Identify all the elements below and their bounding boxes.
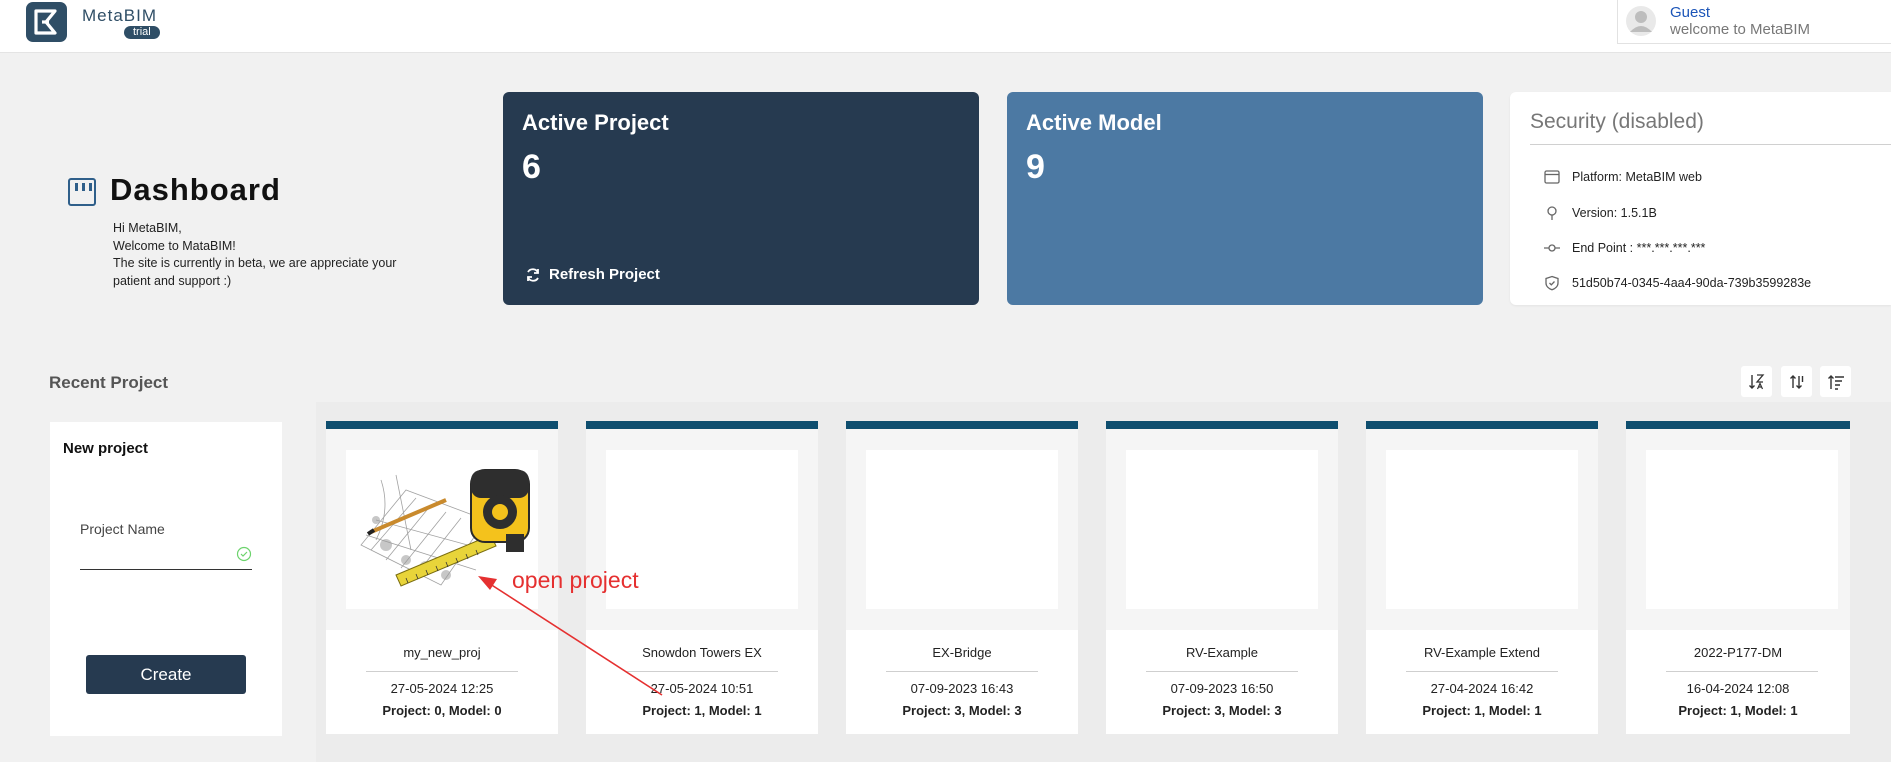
version-text: Version: 1.5.1B (1572, 206, 1657, 220)
project-card-bar (846, 421, 1078, 429)
refresh-project-label: Refresh Project (549, 266, 660, 283)
project-counts: Project: 0, Model: 0 (382, 703, 502, 718)
project-counts: Project: 3, Model: 3 (1162, 703, 1282, 718)
project-info: my_new_proj 27-05-2024 12:25 Project: 0,… (326, 630, 558, 734)
project-divider (626, 671, 778, 672)
dashboard-icon (68, 178, 96, 206)
map-pin-icon (1547, 206, 1557, 220)
project-name-label: Project Name (80, 521, 165, 537)
project-date: 16-04-2024 12:08 (1686, 681, 1790, 696)
project-divider (1406, 671, 1558, 672)
sort-lines-button[interactable] (1820, 366, 1851, 397)
check-circle-icon (236, 546, 252, 562)
endpoint-text: End Point : ***.***.***.*** (1572, 241, 1706, 255)
project-name: 2022-P177-DM (1693, 645, 1783, 660)
project-thumbnail[interactable] (866, 450, 1058, 609)
new-project-title: New project (63, 440, 149, 457)
platform-text: Platform: MetaBIM web (1572, 170, 1702, 184)
project-card-bar (586, 421, 818, 429)
sort-updown-button[interactable] (1781, 366, 1812, 397)
greeting-line: The site is currently in beta, we are ap… (113, 256, 397, 288)
project-info: RV-Example Extend 27-04-2024 16:42 Proje… (1366, 630, 1598, 734)
project-info: Snowdon Towers EX 27-05-2024 10:51 Proje… (586, 630, 818, 734)
project-info: 2022-P177-DM 16-04-2024 12:08 Project: 1… (1626, 630, 1850, 734)
project-name: Snowdon Towers EX (642, 645, 762, 660)
shield-check-icon (1545, 275, 1559, 291)
sort-alpha-button[interactable] (1741, 366, 1772, 397)
refresh-project-button[interactable]: Refresh Project (525, 266, 660, 283)
project-thumbnail[interactable] (1126, 450, 1318, 609)
user-avatar-icon (1626, 6, 1656, 36)
project-counts: Project: 1, Model: 1 (1422, 703, 1542, 718)
brand-name: MetaBIM (82, 6, 158, 25)
greeting-text: Hi MetaBIM, Welcome to MataBIM! The site… (113, 220, 423, 290)
greeting-line: Welcome to MataBIM! (113, 238, 236, 253)
project-name: RV-Example (1185, 645, 1258, 660)
user-menu[interactable]: Guest welcome to MetaBIM (1617, 0, 1891, 44)
project-date: 07-09-2023 16:50 (1170, 681, 1274, 696)
create-button[interactable]: Create (86, 655, 246, 694)
project-card-bar (1626, 421, 1850, 429)
active-model-title: Active Model (1026, 110, 1162, 135)
sort-updown-icon (1789, 374, 1803, 389)
security-title: Security (disabled) (1530, 110, 1704, 133)
active-project-card: Active Project 6 Refresh Project (503, 92, 979, 305)
refresh-icon (527, 267, 539, 282)
active-model-count: 9 (1026, 148, 1045, 186)
project-name: my_new_proj (403, 645, 481, 660)
active-project-count: 6 (522, 148, 541, 186)
page-title: Dashboard (110, 172, 281, 207)
project-counts: Project: 1, Model: 1 (642, 703, 762, 718)
top-bar: MetaBIM trial Guest welcome to MetaBIM (0, 0, 1891, 53)
sort-lines-icon (1827, 374, 1844, 390)
project-name: RV-Example Extend (1423, 645, 1541, 660)
annotation-label: open project (512, 567, 639, 593)
project-date: 27-04-2024 16:42 (1430, 681, 1534, 696)
project-thumbnail[interactable] (1386, 450, 1578, 609)
version-row: Version: 1.5.1B (1544, 205, 1657, 221)
new-project-card: New project Project Name Create (50, 422, 282, 736)
project-date: 07-09-2023 16:43 (910, 681, 1014, 696)
trial-badge: trial (124, 26, 160, 39)
active-model-card: Active Model 9 (1007, 92, 1483, 305)
active-project-title: Active Project (522, 110, 669, 135)
project-divider (1146, 671, 1298, 672)
project-card[interactable]: RV-Example Extend 27-04-2024 16:42 Proje… (1366, 421, 1598, 734)
project-divider (1666, 671, 1818, 672)
sort-alpha-icon (1748, 373, 1764, 389)
project-card-bar (1366, 421, 1598, 429)
token-text: 51d50b74-0345-4aa4-90da-739b3599283e (1572, 276, 1812, 290)
greeting-line: Hi MetaBIM, (113, 221, 182, 235)
project-thumbnail[interactable] (1646, 450, 1838, 609)
project-card[interactable]: 2022-P177-DM 16-04-2024 12:08 Project: 1… (1626, 421, 1850, 734)
project-info: EX-Bridge 07-09-2023 16:43 Project: 3, M… (846, 630, 1078, 734)
project-date: 27-05-2024 12:25 (390, 681, 494, 696)
security-divider (1530, 144, 1891, 145)
browser-window-icon (1544, 170, 1560, 184)
security-card: Security (disabled) Platform: MetaBIM we… (1510, 92, 1891, 305)
commit-node-icon (1544, 244, 1560, 252)
recent-project-title: Recent Project (49, 373, 169, 392)
project-card[interactable]: RV-Example 07-09-2023 16:50 Project: 3, … (1106, 421, 1338, 734)
user-subtitle: welcome to MetaBIM (1670, 21, 1811, 38)
project-card[interactable]: EX-Bridge 07-09-2023 16:43 Project: 3, M… (846, 421, 1078, 734)
project-name-input[interactable] (80, 542, 252, 570)
project-thumbnail[interactable] (346, 450, 538, 609)
token-row: 51d50b74-0345-4aa4-90da-739b3599283e (1544, 275, 1811, 291)
project-name: EX-Bridge (932, 645, 992, 660)
project-divider (886, 671, 1038, 672)
project-counts: Project: 1, Model: 1 (1678, 703, 1798, 718)
project-card-bar (326, 421, 558, 429)
endpoint-row: End Point : ***.***.***.*** (1544, 240, 1705, 256)
user-name[interactable]: Guest (1670, 4, 1710, 21)
project-card-bar (1106, 421, 1338, 429)
project-divider (366, 671, 518, 672)
project-date: 27-05-2024 10:51 (650, 681, 754, 696)
platform-row: Platform: MetaBIM web (1544, 170, 1702, 184)
tape-measure-image (346, 450, 538, 609)
metabim-logo-icon[interactable] (26, 2, 67, 42)
project-info: RV-Example 07-09-2023 16:50 Project: 3, … (1106, 630, 1338, 734)
project-counts: Project: 3, Model: 3 (902, 703, 1022, 718)
